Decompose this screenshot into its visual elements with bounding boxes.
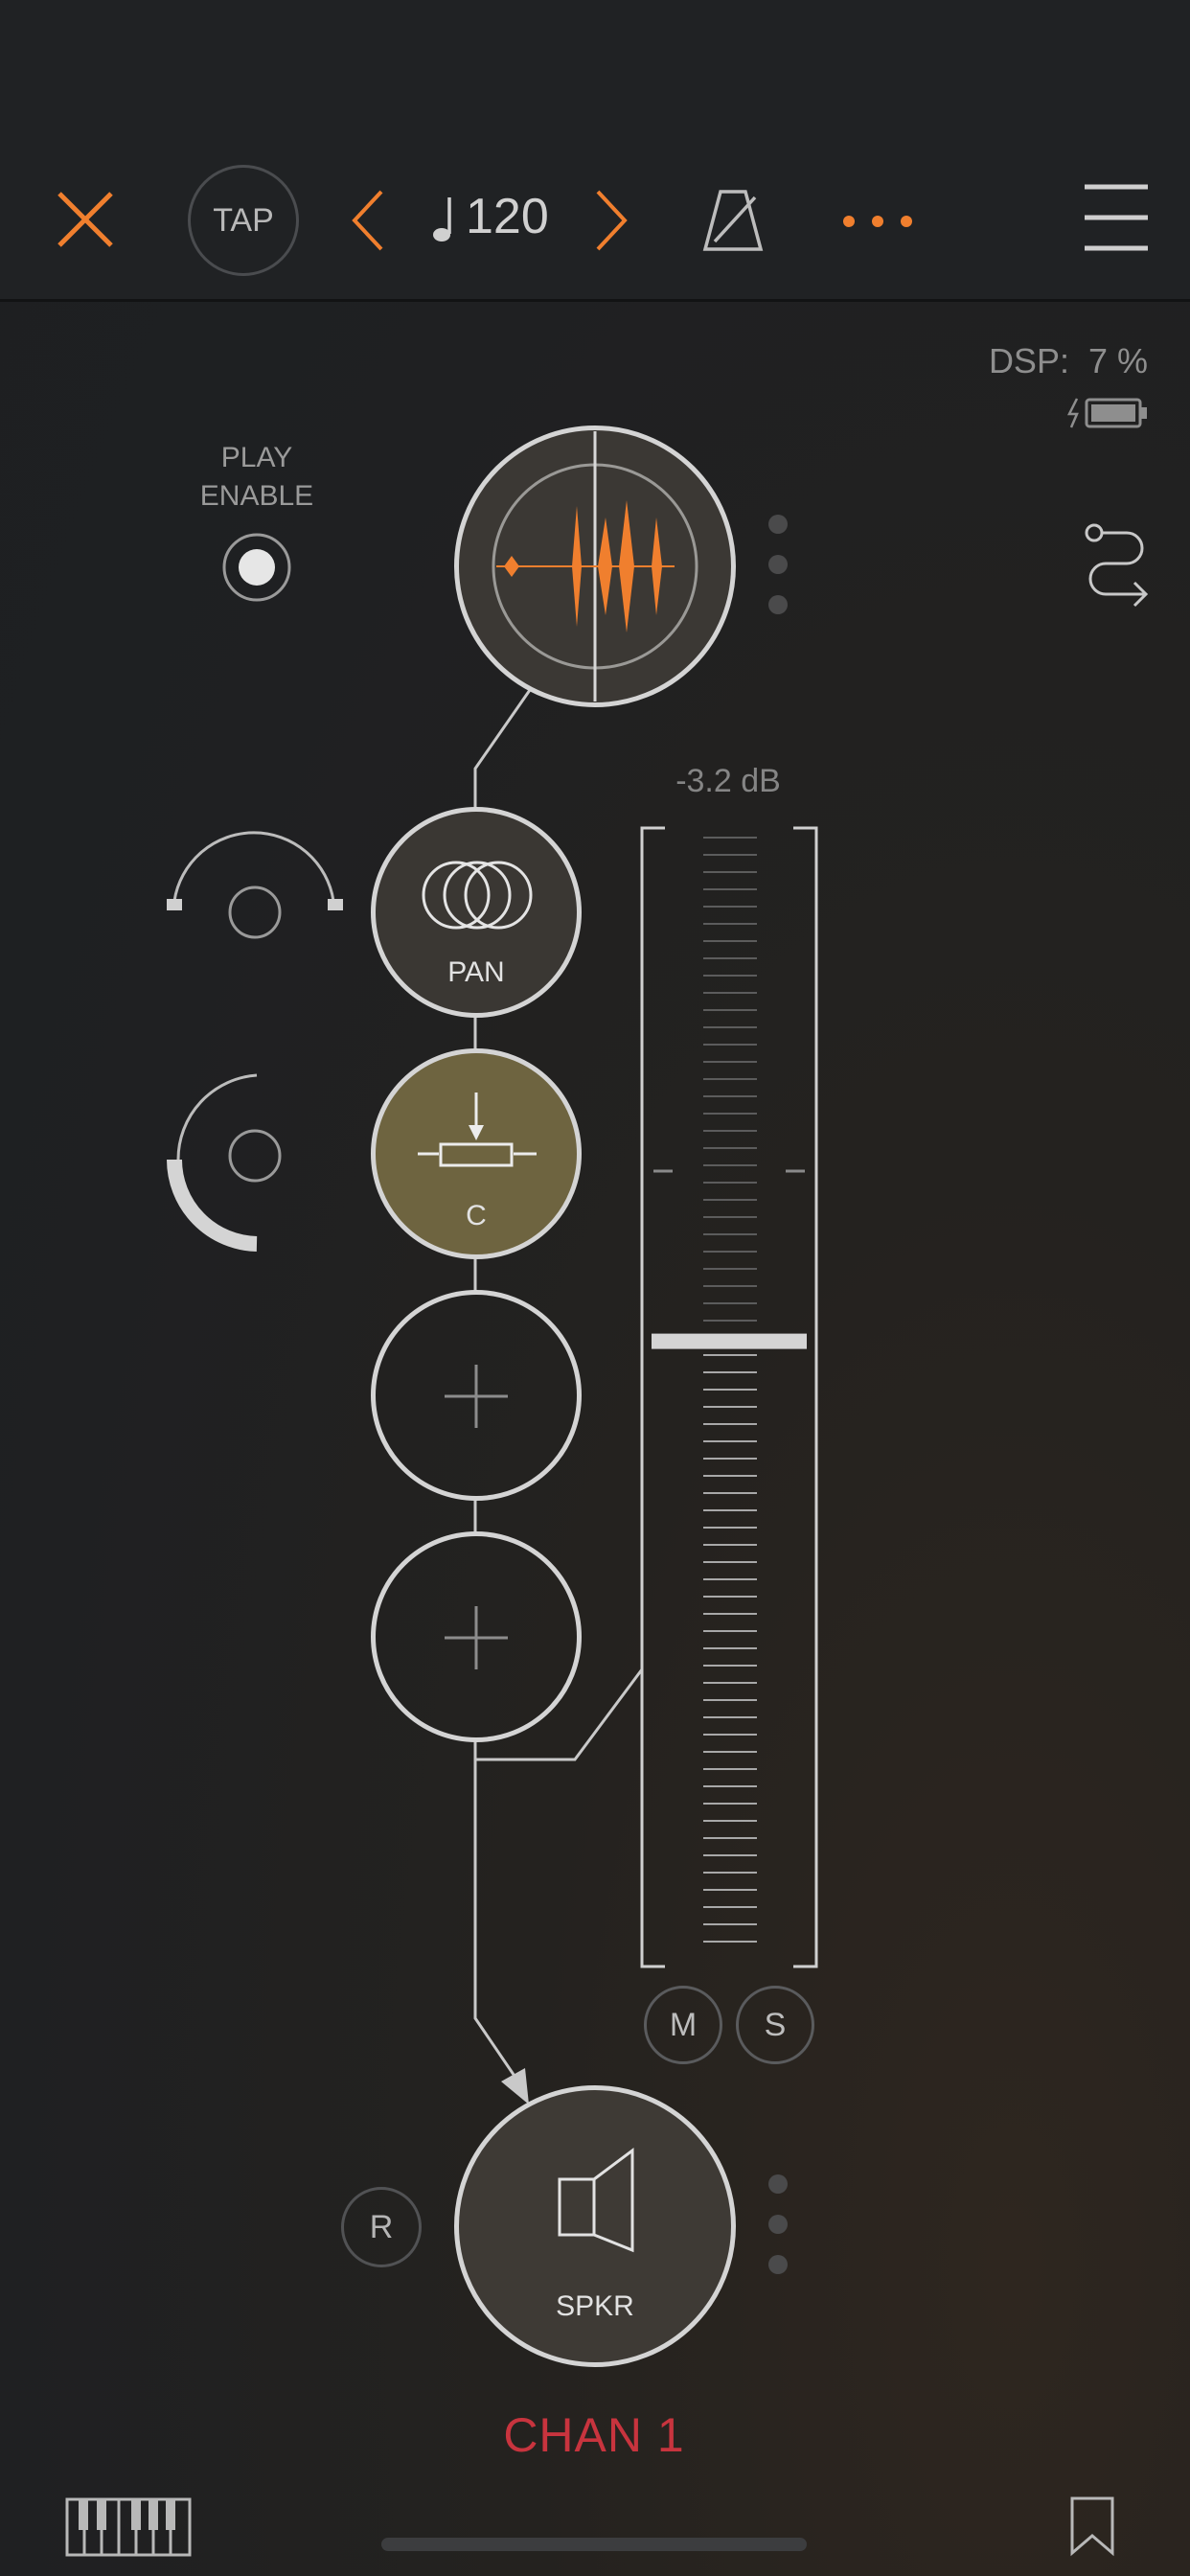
pan-knob[interactable] [159, 824, 349, 949]
fader-db-readout: -3.2 dB [675, 763, 781, 799]
volume-fader[interactable] [634, 824, 824, 1970]
channel-name[interactable]: CHAN 1 [402, 2407, 786, 2463]
fader-handle[interactable] [652, 1333, 807, 1349]
mute-button[interactable]: M [644, 1986, 722, 2064]
output-menu-dot-3[interactable] [768, 2255, 788, 2274]
plus-icon [445, 1606, 508, 1669]
source-menu-dot-3[interactable] [768, 595, 788, 614]
speaker-icon [558, 2148, 634, 2253]
audio-waveform-icon [492, 431, 698, 702]
record-button[interactable]: R [341, 2187, 422, 2267]
solo-button[interactable]: S [736, 1986, 814, 2064]
output-menu-dot-2[interactable] [768, 2215, 788, 2234]
c-knob[interactable] [163, 1070, 307, 1252]
pan-label: PAN [447, 956, 505, 988]
resistor-icon [418, 1092, 537, 1167]
c-label: C [466, 1200, 487, 1231]
source-menu-dot-1[interactable] [768, 515, 788, 534]
bookmark-icon[interactable] [1069, 2496, 1115, 2557]
pan-circles-icon [422, 861, 533, 930]
plus-icon [445, 1365, 508, 1428]
source-menu-dot-2[interactable] [768, 555, 788, 574]
speaker-label: SPKR [556, 2290, 634, 2322]
home-indicator [381, 2538, 807, 2551]
output-menu-dot-1[interactable] [768, 2174, 788, 2194]
piano-keyboard-icon[interactable] [65, 2497, 192, 2557]
